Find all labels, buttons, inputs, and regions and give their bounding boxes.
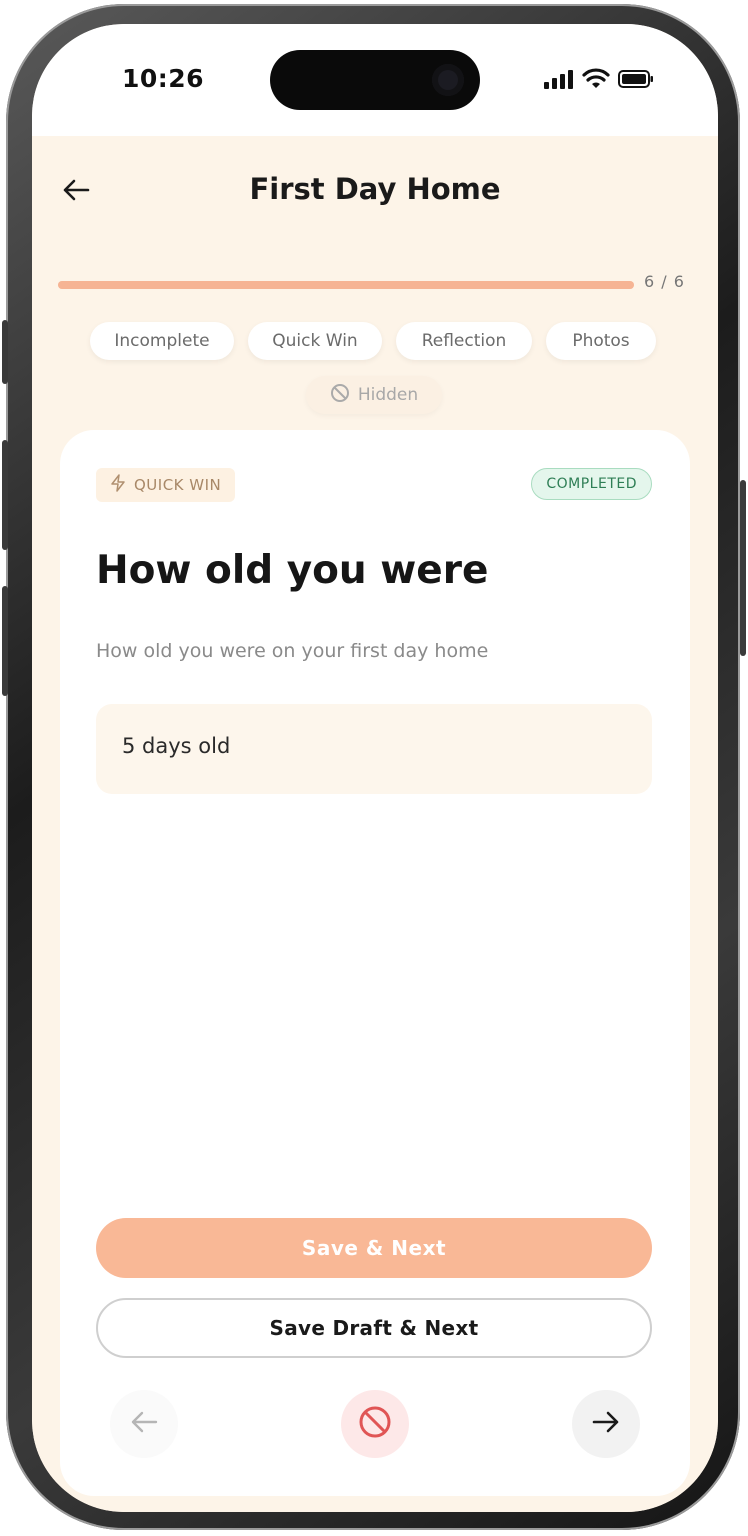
progress-bar <box>58 281 634 289</box>
save-next-button[interactable]: Save & Next <box>96 1218 652 1278</box>
answer-value: 5 days old <box>122 734 231 758</box>
ban-icon <box>330 383 350 408</box>
ban-icon <box>357 1404 393 1444</box>
volume-down-button <box>2 586 8 696</box>
filter-chip-hidden[interactable]: Hidden <box>306 376 442 414</box>
filter-chip-reflection[interactable]: Reflection <box>396 322 532 360</box>
status-icons <box>544 68 654 94</box>
answer-field[interactable]: 5 days old <box>96 704 652 794</box>
bolt-icon <box>110 474 126 496</box>
filter-chip-quick-win[interactable]: Quick Win <box>248 322 382 360</box>
previous-button[interactable] <box>110 1390 178 1458</box>
save-draft-next-button[interactable]: Save Draft & Next <box>96 1298 652 1358</box>
wifi-icon <box>582 68 610 94</box>
type-badge-label: QUICK WIN <box>134 476 222 494</box>
status-badge-label: COMPLETED <box>546 476 637 492</box>
hide-question-button[interactable] <box>341 1390 409 1458</box>
chip-label: Hidden <box>357 385 419 405</box>
signal-icon <box>544 69 574 93</box>
camera-icon <box>432 64 464 96</box>
question-subtitle: How old you were on your first day home <box>96 640 489 662</box>
type-badge: QUICK WIN <box>96 468 236 502</box>
header: First Day Home <box>32 136 718 246</box>
chip-label: Incomplete <box>114 331 210 351</box>
volume-up-button <box>2 440 8 550</box>
status-badge: COMPLETED <box>531 468 652 500</box>
next-button[interactable] <box>572 1390 640 1458</box>
question-card: QUICK WIN COMPLETED How old you were How… <box>60 430 690 1496</box>
phone-screen: 10:26 First Day Home 6 / 6 Incomplete Qu… <box>32 24 718 1512</box>
chip-label: Quick Win <box>272 331 358 351</box>
status-bar: 10:26 <box>32 24 718 136</box>
app-content: First Day Home 6 / 6 Incomplete Quick Wi… <box>32 136 718 1512</box>
chip-label: Photos <box>572 331 630 351</box>
battery-icon <box>618 69 654 93</box>
page-title: First Day Home <box>249 172 501 206</box>
progress-label: 6 / 6 <box>644 272 685 291</box>
chip-label: Reflection <box>421 331 507 351</box>
arrow-right-icon <box>592 1410 620 1438</box>
arrow-left-icon <box>130 1410 158 1438</box>
power-button <box>740 480 746 656</box>
filter-chip-photos[interactable]: Photos <box>546 322 656 360</box>
question-title: How old you were <box>96 548 489 593</box>
dynamic-island <box>270 50 480 110</box>
progress-fill <box>58 281 634 289</box>
action-button <box>2 320 8 384</box>
filter-chip-incomplete[interactable]: Incomplete <box>90 322 234 360</box>
status-time: 10:26 <box>122 64 205 93</box>
